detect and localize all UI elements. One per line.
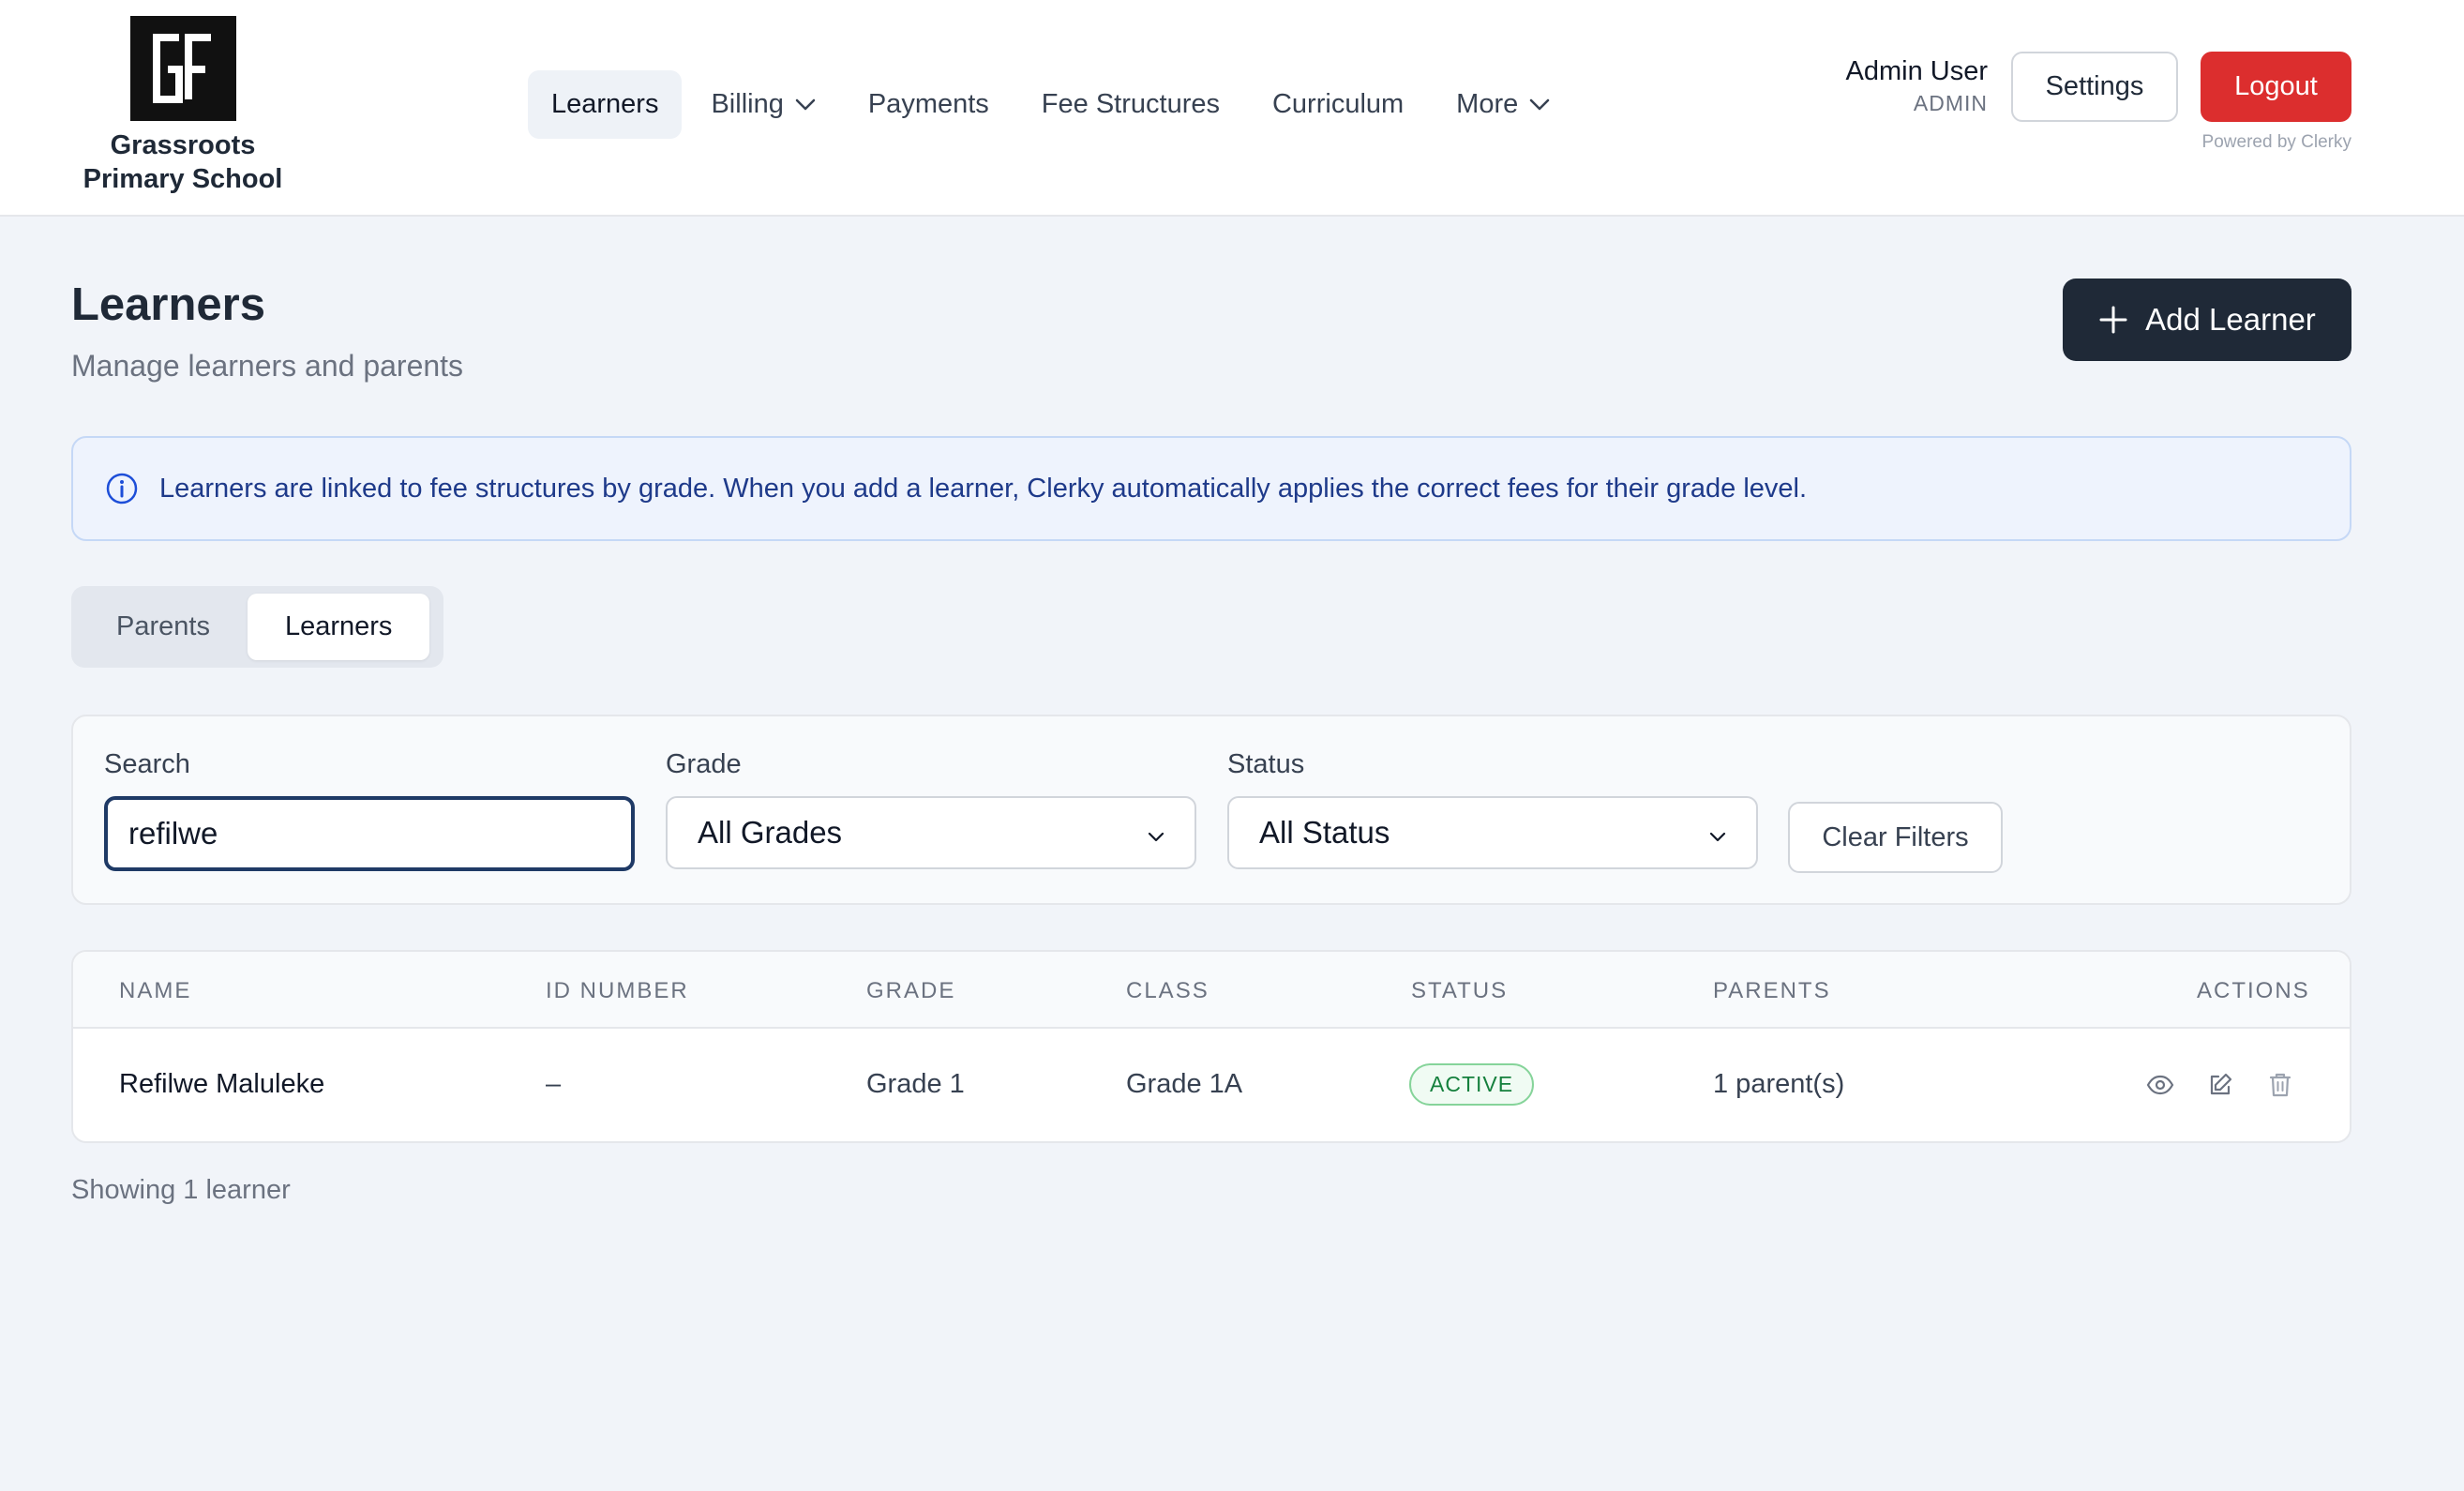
school-logo[interactable] bbox=[130, 16, 236, 121]
tab-parents[interactable]: Parents bbox=[79, 594, 248, 660]
chevron-down-icon bbox=[1709, 815, 1726, 851]
chevron-down-icon bbox=[1529, 98, 1550, 112]
table-row[interactable]: Refilwe Maluleke – Grade 1 Grade 1A ACTI… bbox=[73, 1029, 2350, 1141]
column-header-grade: GRADE bbox=[866, 978, 956, 1003]
eye-icon[interactable] bbox=[2143, 1068, 2177, 1102]
settings-button[interactable]: Settings bbox=[2011, 52, 2178, 122]
user-name: Admin User bbox=[1845, 56, 1989, 86]
add-learner-button[interactable]: Add Learner bbox=[2063, 279, 2351, 361]
status-select[interactable]: All Status bbox=[1227, 796, 1758, 869]
column-header-name: NAME bbox=[119, 978, 192, 1003]
powered-by: Powered by Clerky bbox=[2201, 132, 2351, 152]
chevron-down-icon bbox=[795, 98, 816, 112]
table-header: NAME ID NUMBER GRADE CLASS STATUS PARENT… bbox=[73, 952, 2350, 1029]
page-title: Learners bbox=[71, 279, 266, 330]
filters-panel: Search Grade All Grades Status All Statu… bbox=[71, 715, 2351, 905]
grade-label: Grade bbox=[666, 749, 742, 779]
nav-item-label: Curriculum bbox=[1271, 89, 1405, 119]
trash-icon[interactable] bbox=[2263, 1068, 2297, 1102]
info-icon bbox=[105, 472, 139, 505]
nav-item-more[interactable]: More bbox=[1433, 70, 1573, 139]
view-tabs: Parents Learners bbox=[71, 586, 443, 668]
plus-icon bbox=[2098, 305, 2128, 335]
learner-id-number: – bbox=[546, 1069, 562, 1099]
user-info: Admin User ADMIN bbox=[1846, 54, 1989, 118]
main-nav: Learners Billing Payments Fee Structures… bbox=[528, 70, 1579, 139]
grade-select[interactable]: All Grades bbox=[666, 796, 1196, 869]
nav-item-label: More bbox=[1456, 89, 1519, 119]
edit-icon[interactable] bbox=[2203, 1068, 2237, 1102]
status-label: Status bbox=[1227, 749, 1305, 779]
results-count: Showing 1 learner bbox=[71, 1175, 291, 1205]
nav-item-label: Fee Structures bbox=[1041, 89, 1220, 119]
status-select-value: All Status bbox=[1259, 815, 1390, 850]
learner-class: Grade 1A bbox=[1126, 1069, 1243, 1099]
nav-item-payments[interactable]: Payments bbox=[845, 70, 1013, 139]
nav-item-curriculum[interactable]: Curriculum bbox=[1249, 70, 1427, 139]
grade-select-value: All Grades bbox=[698, 815, 843, 850]
column-header-class: CLASS bbox=[1126, 978, 1209, 1003]
add-learner-label: Add Learner bbox=[2145, 302, 2316, 337]
top-header: Grassroots Primary School Learners Billi… bbox=[0, 0, 2464, 217]
logout-button[interactable]: Logout bbox=[2201, 52, 2351, 122]
page-subtitle: Manage learners and parents bbox=[71, 349, 464, 383]
column-header-status: STATUS bbox=[1411, 978, 1509, 1003]
logo-icon bbox=[152, 34, 211, 103]
info-banner: Learners are linked to fee structures by… bbox=[71, 436, 2351, 541]
tab-learners[interactable]: Learners bbox=[247, 594, 430, 660]
search-label: Search bbox=[104, 749, 190, 779]
nav-item-fee-structures[interactable]: Fee Structures bbox=[1018, 70, 1243, 139]
nav-item-label: Billing bbox=[711, 89, 784, 119]
learner-parents: 1 parent(s) bbox=[1713, 1069, 1845, 1099]
nav-item-billing[interactable]: Billing bbox=[687, 70, 838, 139]
school-name: Grassroots Primary School bbox=[56, 128, 309, 196]
learner-name[interactable]: Refilwe Maluleke bbox=[119, 1069, 324, 1100]
user-role: ADMIN bbox=[1913, 91, 1988, 115]
learners-table: NAME ID NUMBER GRADE CLASS STATUS PARENT… bbox=[71, 950, 2351, 1143]
school-name-line2: Primary School bbox=[83, 164, 283, 194]
column-header-actions: ACTIONS bbox=[2197, 978, 2310, 1003]
nav-item-label: Payments bbox=[867, 89, 989, 119]
school-name-line1: Grassroots bbox=[110, 130, 256, 160]
column-header-parents: PARENTS bbox=[1713, 978, 1831, 1003]
search-input[interactable] bbox=[104, 796, 635, 871]
chevron-down-icon bbox=[1148, 815, 1164, 851]
nav-item-label: Learners bbox=[551, 89, 659, 119]
info-banner-text: Learners are linked to fee structures by… bbox=[159, 473, 1808, 504]
learner-grade: Grade 1 bbox=[866, 1069, 965, 1099]
nav-item-learners[interactable]: Learners bbox=[528, 70, 683, 139]
clear-filters-button[interactable]: Clear Filters bbox=[1788, 802, 2003, 873]
status-badge: ACTIVE bbox=[1409, 1063, 1535, 1106]
column-header-id-number: ID NUMBER bbox=[546, 978, 689, 1003]
